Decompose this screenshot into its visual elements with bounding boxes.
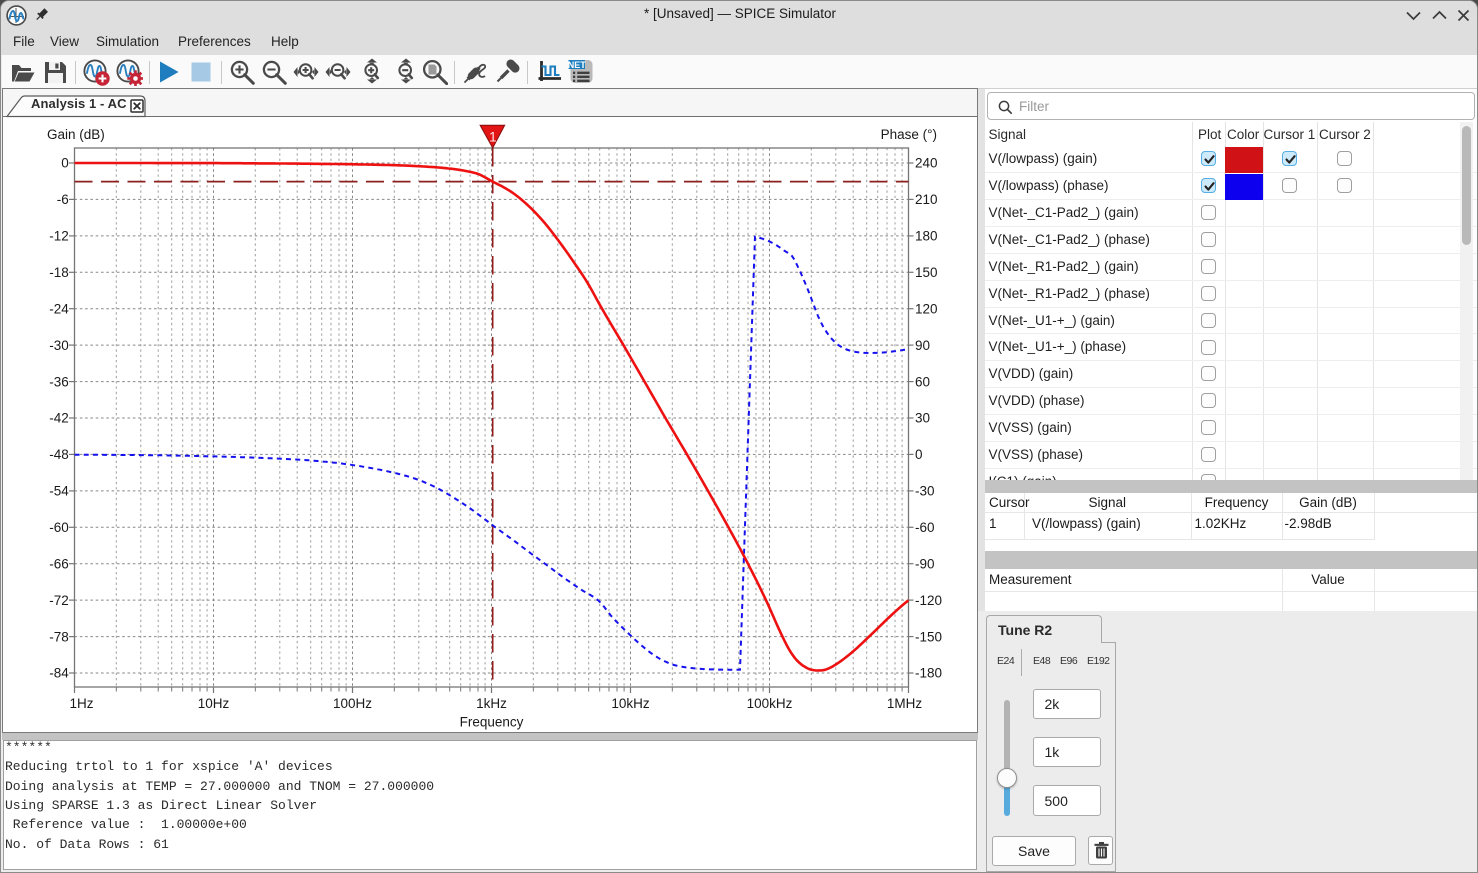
svg-text:-42: -42: [49, 411, 69, 426]
svg-text:100Hz: 100Hz: [333, 696, 372, 711]
svg-text:0: 0: [915, 447, 923, 462]
svg-text:Phase (°): Phase (°): [881, 127, 937, 142]
svg-text:150: 150: [915, 265, 938, 280]
svg-text:Frequency: Frequency: [460, 715, 524, 730]
svg-text:-150: -150: [915, 629, 942, 644]
svg-text:210: 210: [915, 192, 938, 207]
svg-text:-120: -120: [915, 593, 942, 608]
svg-text:10Hz: 10Hz: [198, 696, 230, 711]
svg-text:-36: -36: [49, 374, 69, 389]
svg-text:-90: -90: [915, 556, 935, 571]
svg-text:30: 30: [915, 411, 930, 426]
svg-text:1MHz: 1MHz: [887, 696, 923, 711]
svg-text:10kHz: 10kHz: [611, 696, 650, 711]
svg-text:100kHz: 100kHz: [747, 696, 793, 711]
svg-text:-48: -48: [49, 447, 69, 462]
svg-text:-54: -54: [49, 484, 69, 499]
svg-text:180: 180: [915, 229, 938, 244]
svg-text:90: 90: [915, 338, 930, 353]
svg-text:-72: -72: [49, 593, 69, 608]
svg-text:-30: -30: [49, 338, 69, 353]
svg-text:-18: -18: [49, 265, 69, 280]
svg-text:-12: -12: [49, 229, 69, 244]
svg-text:-78: -78: [49, 629, 69, 644]
svg-text:60: 60: [915, 374, 930, 389]
svg-text:1kHz: 1kHz: [476, 696, 507, 711]
svg-text:0: 0: [61, 156, 69, 171]
svg-text:-180: -180: [915, 666, 942, 681]
svg-text:-24: -24: [49, 301, 69, 316]
svg-text:-60: -60: [915, 520, 935, 535]
svg-text:-84: -84: [49, 666, 69, 681]
svg-text:240: 240: [915, 156, 938, 171]
svg-text:-60: -60: [49, 520, 69, 535]
svg-text:120: 120: [915, 301, 938, 316]
svg-text:1Hz: 1Hz: [69, 696, 93, 711]
svg-text:Gain (dB): Gain (dB): [47, 127, 105, 142]
svg-text:NET: NET: [568, 60, 586, 70]
svg-text:1: 1: [489, 130, 497, 145]
svg-text:-66: -66: [49, 556, 69, 571]
svg-text:-6: -6: [57, 192, 69, 207]
svg-text:-30: -30: [915, 484, 935, 499]
